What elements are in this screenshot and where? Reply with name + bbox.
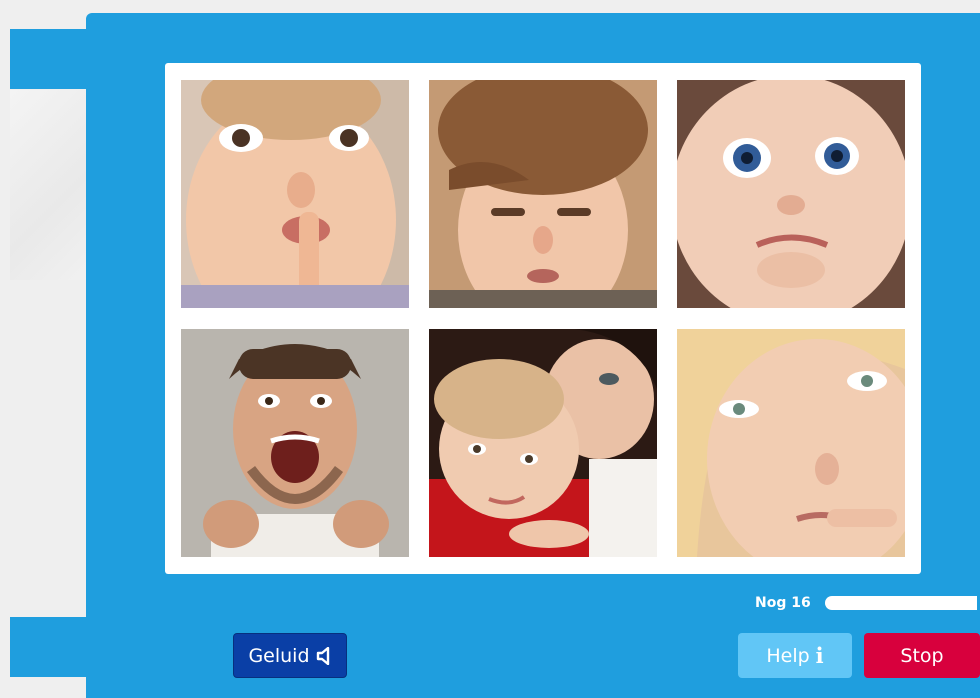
stop-button-label: Stop bbox=[900, 644, 944, 667]
background-image bbox=[10, 90, 90, 280]
help-button[interactable]: Help i bbox=[738, 633, 852, 678]
photo-grid bbox=[165, 63, 921, 574]
man-face-image bbox=[181, 329, 409, 557]
photo-child-hugging-mother[interactable] bbox=[429, 329, 657, 557]
background-footer-band bbox=[10, 617, 90, 677]
sound-button[interactable]: Geluid bbox=[233, 633, 347, 678]
photo-boy-frowning[interactable] bbox=[429, 80, 657, 308]
info-icon: i bbox=[815, 643, 824, 668]
photo-woman-biting-finger[interactable] bbox=[677, 329, 905, 557]
help-button-label: Help bbox=[766, 644, 810, 667]
remaining-count-label: Nog 16 bbox=[755, 595, 811, 611]
photo-baby-wide-eyes[interactable] bbox=[677, 80, 905, 308]
child-and-mother-image bbox=[429, 329, 657, 557]
progress-bar bbox=[825, 596, 980, 610]
speaker-icon bbox=[316, 646, 332, 665]
toddler-face-image bbox=[181, 80, 409, 308]
woman-face-image bbox=[677, 329, 905, 557]
progress-bar-fill bbox=[825, 596, 977, 610]
boy-face-image bbox=[429, 80, 657, 308]
photo-toddler-finger-on-lip[interactable] bbox=[181, 80, 409, 308]
stop-button[interactable]: Stop bbox=[864, 633, 980, 678]
baby-face-image bbox=[677, 80, 905, 308]
emotion-game-modal: Nog 16 Geluid Help i Stop bbox=[86, 13, 980, 698]
background-header-band bbox=[10, 29, 90, 89]
sound-button-label: Geluid bbox=[248, 644, 310, 667]
photo-man-shouting[interactable] bbox=[181, 329, 409, 557]
